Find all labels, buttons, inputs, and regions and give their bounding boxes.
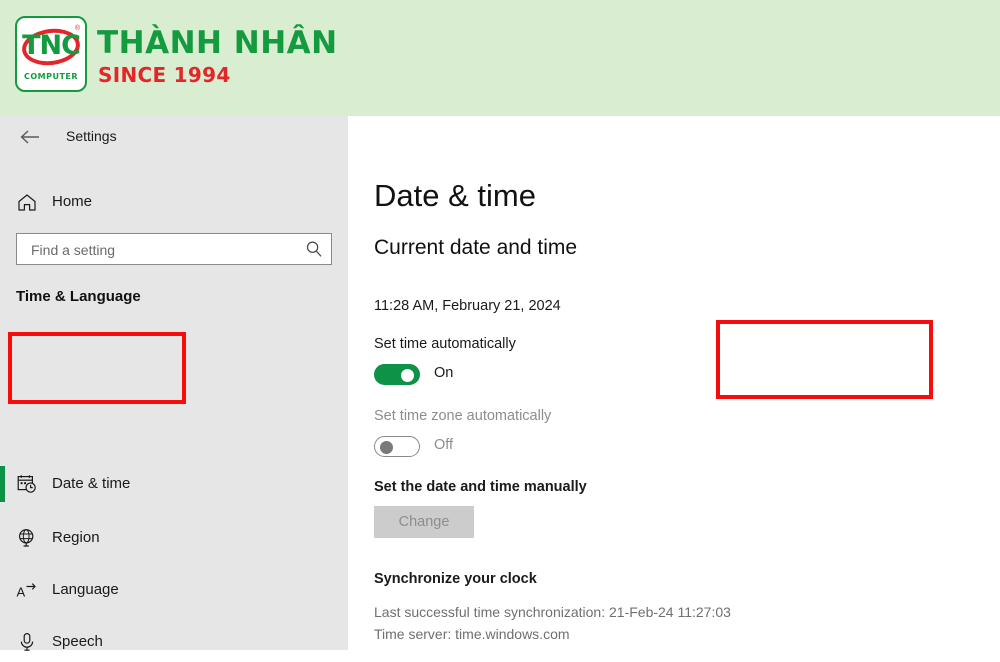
tnc-logo-icon: TNC COMPUTER ® bbox=[15, 16, 87, 92]
sidebar-section-header: Time & Language bbox=[16, 288, 141, 305]
time-server-text: Time server: time.windows.com bbox=[374, 626, 570, 642]
sidebar-item-speech[interactable]: Speech bbox=[0, 622, 348, 662]
sidebar-item-date-time-label: Date & time bbox=[52, 473, 130, 495]
brand-name: THÀNH NHÂN bbox=[97, 25, 338, 61]
change-button[interactable]: Change bbox=[374, 506, 474, 538]
synchronize-clock-heading: Synchronize your clock bbox=[374, 571, 537, 587]
sidebar-item-region[interactable]: Region bbox=[0, 518, 348, 558]
set-time-automatically-label: Set time automatically bbox=[374, 336, 516, 352]
set-timezone-automatically-state: Off bbox=[434, 437, 453, 453]
globe-icon bbox=[16, 527, 38, 549]
home-icon bbox=[16, 191, 38, 213]
settings-titlebar: Settings bbox=[0, 122, 348, 156]
svg-text:A: A bbox=[17, 585, 26, 600]
registered-mark-icon: ® bbox=[75, 25, 80, 32]
settings-sidebar: Settings Home Time & Language bbox=[0, 116, 348, 650]
brand-banner: TNC COMPUTER ® THÀNH NHÂN SINCE 1994 bbox=[0, 0, 1000, 116]
sidebar-item-language[interactable]: A Language bbox=[0, 570, 348, 610]
logo-computer-text: COMPUTER bbox=[17, 72, 85, 81]
page-title: Date & time bbox=[374, 178, 536, 214]
back-arrow-icon[interactable] bbox=[14, 127, 46, 153]
logo-tnc-text: TNC bbox=[17, 31, 85, 61]
set-manually-label: Set the date and time manually bbox=[374, 479, 587, 495]
settings-main-pane: Date & time Current date and time 11:28 … bbox=[348, 116, 1000, 650]
toggle-knob bbox=[380, 441, 393, 454]
language-icon: A bbox=[16, 579, 38, 601]
set-timezone-automatically-label: Set time zone automatically bbox=[374, 408, 551, 424]
brand-since-tagline: SINCE 1994 bbox=[98, 63, 231, 87]
sidebar-item-region-label: Region bbox=[52, 527, 100, 549]
sidebar-item-home-label: Home bbox=[52, 191, 92, 213]
sidebar-item-language-label: Language bbox=[52, 579, 119, 601]
set-time-automatically-state: On bbox=[434, 365, 453, 381]
calendar-clock-icon bbox=[16, 473, 38, 495]
set-timezone-automatically-toggle[interactable] bbox=[374, 436, 420, 457]
current-datetime-value: 11:28 AM, February 21, 2024 bbox=[374, 298, 561, 314]
settings-title: Settings bbox=[66, 128, 117, 144]
set-time-automatically-toggle[interactable] bbox=[374, 364, 420, 385]
highlight-box-set-time-automatically bbox=[716, 320, 933, 399]
search-icon[interactable] bbox=[305, 240, 323, 258]
toggle-knob bbox=[401, 369, 414, 382]
search-box[interactable] bbox=[16, 233, 332, 265]
sidebar-item-date-time[interactable]: Date & time bbox=[0, 464, 348, 504]
last-sync-text: Last successful time synchronization: 21… bbox=[374, 604, 731, 620]
highlight-box-sidebar-date-time bbox=[8, 332, 186, 404]
search-input[interactable] bbox=[29, 234, 298, 266]
sidebar-item-home[interactable]: Home bbox=[0, 182, 348, 222]
subsection-title: Current date and time bbox=[374, 236, 577, 260]
settings-window: Settings Home Time & Language bbox=[0, 116, 1000, 650]
